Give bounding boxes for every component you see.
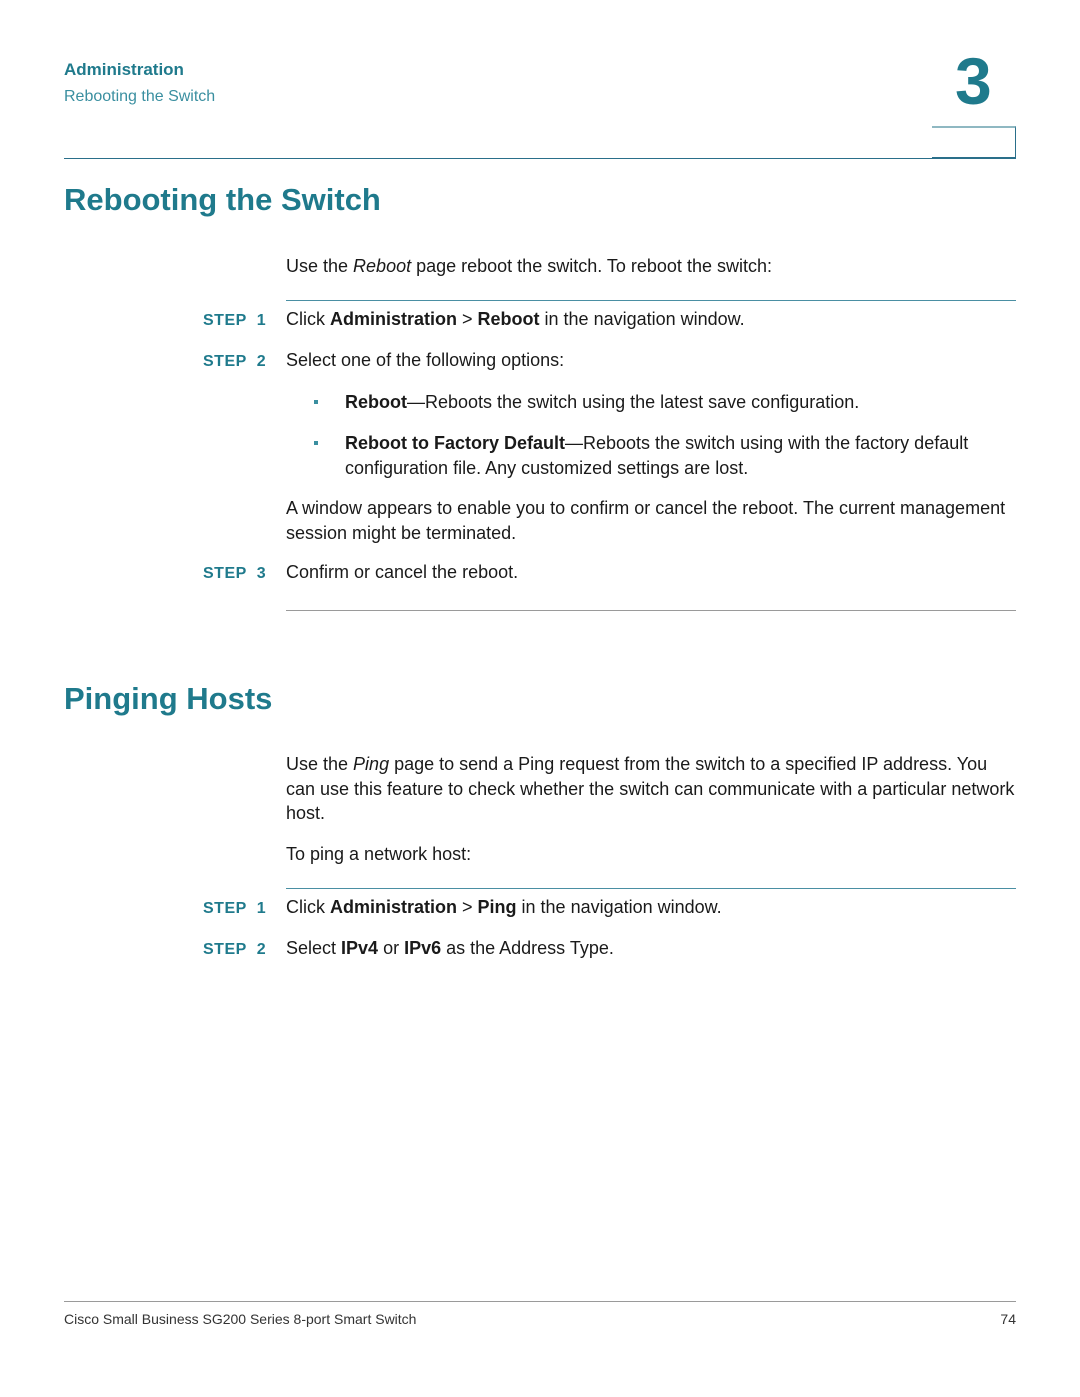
ping-lead: To ping a network host: bbox=[286, 844, 472, 864]
option-term: Reboot to Factory Default bbox=[345, 433, 566, 453]
reboot-intro-em: Reboot bbox=[353, 256, 412, 276]
text: or bbox=[378, 938, 405, 958]
ping-intro-pre: Use the bbox=[286, 754, 354, 774]
reboot-note: A window appears to enable you to confir… bbox=[286, 498, 1006, 543]
step-label: STEP 1 bbox=[203, 900, 266, 918]
step-word: STEP bbox=[203, 312, 247, 329]
option-desc: —Reboots the switch using the latest sav… bbox=[407, 392, 860, 412]
steps-bottom-divider bbox=[286, 610, 1016, 611]
chapter-tab-decoration bbox=[932, 126, 1016, 158]
text: in the navigation window. bbox=[539, 309, 745, 329]
menu-path-ping: Ping bbox=[477, 897, 517, 917]
section-title-ping: Pinging Hosts bbox=[64, 681, 273, 716]
option-ipv6: IPv6 bbox=[404, 938, 442, 958]
step-label: STEP 2 bbox=[203, 941, 266, 959]
menu-path-administration: Administration bbox=[330, 309, 458, 329]
header-divider bbox=[64, 158, 1016, 159]
text: Click bbox=[286, 309, 330, 329]
steps-top-divider bbox=[286, 300, 1016, 301]
step-word: STEP bbox=[203, 941, 247, 958]
step-word: STEP bbox=[203, 900, 247, 917]
step-number: 1 bbox=[256, 900, 267, 917]
reboot-intro-post: page reboot the switch. To reboot the sw… bbox=[411, 256, 772, 276]
step-label: STEP 3 bbox=[203, 565, 266, 583]
step-label: STEP 2 bbox=[203, 353, 266, 371]
text: > bbox=[457, 897, 478, 917]
step-label: STEP 1 bbox=[203, 312, 266, 330]
bullet-icon bbox=[314, 400, 318, 404]
option-ipv4: IPv4 bbox=[341, 938, 379, 958]
step-text: Select one of the following options: bbox=[286, 350, 565, 370]
running-header-section: Administration bbox=[64, 60, 184, 79]
step-word: STEP bbox=[203, 353, 247, 370]
option-term: Reboot bbox=[345, 392, 407, 412]
footer-divider bbox=[64, 1301, 1016, 1302]
text: > bbox=[457, 309, 478, 329]
reboot-intro-pre: Use the bbox=[286, 256, 354, 276]
text: as the Address Type. bbox=[441, 938, 614, 958]
ping-intro: Use the Ping page to send a Ping request… bbox=[286, 752, 1016, 826]
menu-path-administration: Administration bbox=[330, 897, 458, 917]
step-number: 2 bbox=[256, 353, 267, 370]
section-title-reboot: Rebooting the Switch bbox=[64, 182, 381, 217]
footer-doc-title: Cisco Small Business SG200 Series 8-port… bbox=[64, 1311, 417, 1327]
text: in the navigation window. bbox=[516, 897, 722, 917]
step-text: Confirm or cancel the reboot. bbox=[286, 562, 519, 582]
running-header-subsection: Rebooting the Switch bbox=[64, 88, 216, 105]
ping-intro-post: page to send a Ping request from the swi… bbox=[286, 754, 1015, 823]
step-text: Click Administration > Reboot in the nav… bbox=[286, 309, 745, 330]
reboot-intro: Use the Reboot page reboot the switch. T… bbox=[286, 254, 1016, 279]
step-text: Select IPv4 or IPv6 as the Address Type. bbox=[286, 938, 614, 959]
menu-path-reboot: Reboot bbox=[477, 309, 540, 329]
step-number: 2 bbox=[256, 941, 267, 958]
step-word: STEP bbox=[203, 565, 247, 582]
step-number: 1 bbox=[256, 312, 267, 329]
steps-top-divider bbox=[286, 888, 1016, 889]
page-number: 74 bbox=[1000, 1311, 1016, 1327]
bullet-icon bbox=[314, 441, 318, 445]
step-number: 3 bbox=[256, 565, 267, 582]
step-text: Click Administration > Ping in the navig… bbox=[286, 897, 722, 918]
text: Click bbox=[286, 897, 330, 917]
option-item: Reboot to Factory Default—Reboots the sw… bbox=[345, 431, 1015, 480]
ping-intro-em: Ping bbox=[353, 754, 390, 774]
text: Select bbox=[286, 938, 342, 958]
option-item: Reboot—Reboots the switch using the late… bbox=[345, 390, 1015, 415]
chapter-number: 3 bbox=[955, 44, 992, 118]
